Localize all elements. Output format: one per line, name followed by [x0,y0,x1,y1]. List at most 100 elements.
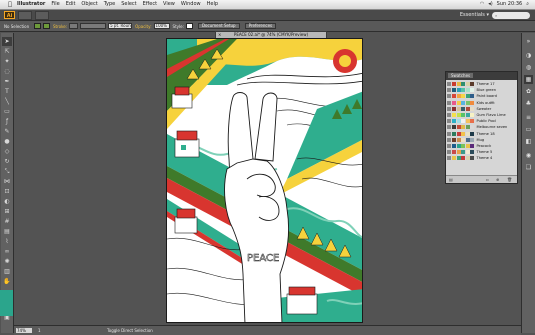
panel-collapse-icon[interactable]: » [524,37,533,46]
color-swatch[interactable] [465,94,470,99]
document-setup-button[interactable]: Document Setup [197,23,240,29]
swatch-group-row[interactable]: Kids outfit [447,100,517,106]
color-swatch[interactable] [461,94,465,99]
color-swatch[interactable] [470,131,474,136]
zoom-level-field[interactable]: 74% [16,328,32,333]
gradient-tool-icon[interactable]: ▤ [2,227,12,236]
color-swatch[interactable] [461,150,465,155]
swatch-group-row[interactable]: Paint board [447,93,517,99]
stroke-label[interactable]: Stroke: [53,24,67,29]
color-swatch[interactable] [470,100,474,105]
color-swatch[interactable] [456,156,461,161]
swatch-group-row[interactable]: Mug [447,137,517,143]
swatches-panel-icon[interactable]: ▦ [524,75,533,84]
swatch-group-row[interactable]: Gum Flavo Lime [447,112,517,118]
color-swatch[interactable] [461,156,465,161]
stroke-panel-icon[interactable]: ≡ [524,113,533,122]
color-swatch[interactable] [465,137,470,142]
color-swatch[interactable] [452,82,456,86]
color-swatch[interactable] [456,150,461,155]
new-swatch-icon[interactable]: ⊕ [496,177,499,182]
color-swatch[interactable] [461,119,465,124]
menu-app-illustrator[interactable]: Illustrator [14,0,48,9]
color-swatch[interactable] [461,106,465,111]
opacity-label[interactable]: Opacity: [135,24,151,29]
document-tab[interactable]: × PEACE 02.ai* @ 74% (CMYK/Preview) [215,31,327,38]
color-swatch[interactable] [465,112,470,117]
blend-tool-icon[interactable]: ∞ [2,247,12,256]
swatch-group-row[interactable]: Melbourne seven [447,124,517,130]
color-swatch[interactable] [452,106,456,111]
layers-panel-icon[interactable]: ❏ [524,163,533,172]
symbol-sprayer-tool-icon[interactable]: ✺ [2,257,12,266]
width-tool-icon[interactable]: ⋈ [2,177,12,186]
color-swatch[interactable] [456,125,461,130]
menu-select[interactable]: Select [118,0,139,9]
bridge-button[interactable] [18,10,32,20]
color-swatch[interactable] [465,119,470,124]
color-swatch[interactable] [465,82,470,86]
workspace-switcher[interactable]: Essentials ▾ [460,12,492,18]
graphic-style-swatch[interactable] [185,23,193,29]
perspective-grid-tool-icon[interactable]: ⊞ [2,207,12,216]
menu-object[interactable]: Object [78,0,100,9]
menu-edit[interactable]: Edit [63,0,79,9]
color-swatch[interactable] [465,100,470,105]
color-swatch[interactable] [461,112,465,117]
shape-builder-tool-icon[interactable]: ◐ [2,197,12,206]
color-swatch[interactable] [452,100,456,105]
rectangle-tool-icon[interactable]: ▭ [2,107,12,116]
color-swatch[interactable] [461,82,465,86]
symbols-panel-icon[interactable]: ♣ [524,99,533,108]
swatch-group-row[interactable]: Peacock [447,143,517,149]
appearance-panel-icon[interactable]: ◉ [524,151,533,160]
swatch-group-row[interactable]: Theme 4 [447,155,517,161]
arrange-documents-button[interactable] [35,10,49,20]
blob-brush-tool-icon[interactable]: ● [2,137,12,146]
swatch-group-row[interactable]: Blue green [447,87,517,93]
color-swatch[interactable] [452,156,456,161]
color-swatch[interactable] [456,119,461,124]
type-tool-icon[interactable]: T [2,87,12,96]
color-swatch[interactable] [470,125,474,130]
color-guide-panel-icon[interactable]: ◍ [524,63,533,72]
color-swatch[interactable] [465,143,470,148]
fill-color-swatch[interactable] [34,23,41,29]
swatch-group-row[interactable]: Theme 18 [447,131,517,137]
eyedropper-tool-icon[interactable]: ⌇ [2,237,12,246]
menu-type[interactable]: Type [101,0,118,9]
menu-help[interactable]: Help [204,0,221,9]
swatch-group-row[interactable]: Theme 17 [447,81,517,87]
pencil-tool-icon[interactable]: ✎ [2,127,12,136]
variable-width-profile[interactable] [80,23,107,29]
color-swatch[interactable] [461,100,465,105]
color-swatch[interactable] [461,143,465,148]
scale-tool-icon[interactable]: ⤡ [2,167,12,176]
color-panel-icon[interactable]: ◑ [524,51,533,60]
color-swatch[interactable] [461,88,465,93]
column-graph-tool-icon[interactable]: ▥ [2,267,12,276]
color-swatch[interactable] [456,106,461,111]
rotate-tool-icon[interactable]: ↻ [2,157,12,166]
swatches-tab[interactable]: Swatches [448,73,474,78]
color-swatch[interactable] [470,112,474,117]
color-swatch[interactable] [465,156,470,161]
transparency-panel-icon[interactable]: ◧ [524,137,533,146]
swatch-group-row[interactable]: Sweater [447,106,517,112]
color-swatch[interactable] [456,112,461,117]
color-swatch[interactable] [470,106,474,111]
gradient-panel-icon[interactable]: ▭ [524,125,533,134]
color-swatch[interactable] [456,137,461,142]
help-search-input[interactable]: ⌕ [492,11,530,19]
color-swatch[interactable] [470,94,474,99]
stroke-weight-field[interactable] [69,23,79,29]
color-swatch[interactable] [470,143,474,148]
color-swatch[interactable] [470,156,474,161]
paintbrush-tool-icon[interactable]: ƒ [2,117,12,126]
swatches-panel-header[interactable]: Swatches [446,72,517,80]
color-swatch[interactable] [452,131,456,136]
preferences-button[interactable]: Preferences [244,23,277,29]
color-swatch[interactable] [456,82,461,86]
color-swatch[interactable] [470,137,474,142]
wifi-icon[interactable]: ◠ [478,0,486,9]
